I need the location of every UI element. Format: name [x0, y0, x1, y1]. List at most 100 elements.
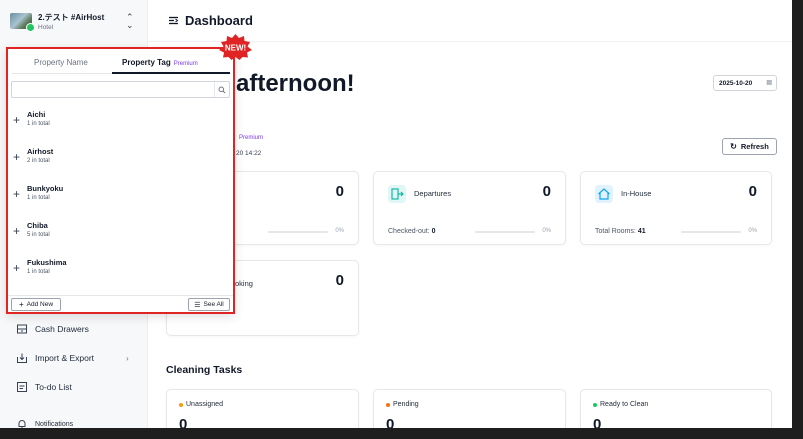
app-window: 2.テスト #AirHost Hotel ⌃ ⌄ Cash Drawers Imp… — [0, 0, 792, 428]
status-dot-icon — [593, 402, 597, 407]
plus-icon[interactable]: + — [13, 113, 20, 127]
task-label: Pending — [386, 401, 419, 408]
refresh-label: Refresh — [740, 142, 769, 151]
date-value: 2025-10-20 — [719, 80, 753, 87]
tab-property-name[interactable]: Property Name — [34, 58, 88, 67]
window-frame-bottom — [0, 428, 803, 439]
cash-drawer-icon — [17, 324, 27, 334]
task-count: 0 — [593, 416, 602, 428]
tag-name: Airhost — [27, 147, 54, 156]
task-count: 0 — [386, 416, 395, 428]
sidebar-item-import-export[interactable]: Import & Export — [16, 352, 94, 364]
task-label: Unassigned — [179, 401, 223, 408]
plus-icon[interactable]: + — [13, 224, 20, 238]
plus-icon: + — [18, 300, 24, 309]
departures-percent: 0% — [542, 228, 551, 234]
refresh-button[interactable]: ↻ Refresh — [722, 138, 777, 155]
active-tab-indicator — [112, 72, 230, 74]
task-card-unassigned[interactable]: Unassigned 0 — [166, 389, 359, 428]
premium-label: Premium — [239, 135, 264, 141]
departures-card[interactable]: Departures 0 Checked-out: 0 0% — [373, 171, 566, 245]
search-icon[interactable] — [214, 82, 229, 97]
departures-label: Departures — [414, 189, 452, 198]
add-new-button[interactable]: + Add New — [11, 298, 61, 311]
departure-icon — [388, 185, 406, 203]
tag-name: Bunkyoku — [27, 184, 64, 193]
cleaning-tasks-heading: Cleaning Tasks — [166, 364, 243, 376]
departures-count: 0 — [542, 183, 551, 200]
task-card-pending[interactable]: Pending 0 — [373, 389, 566, 428]
list-icon: ☰ — [194, 301, 201, 309]
see-all-label: See All — [203, 301, 224, 308]
inhouse-count: 0 — [748, 183, 757, 200]
arrivals-percent: 0% — [335, 228, 344, 234]
property-type: Hotel — [38, 24, 54, 31]
booking-count: 0 — [335, 272, 344, 289]
tab-property-tag[interactable]: Property Tag Premium — [122, 58, 198, 67]
property-thumbnail — [10, 13, 35, 32]
bell-icon — [18, 420, 26, 428]
arrivals-count: 0 — [335, 183, 344, 200]
chevron-right-icon: › — [126, 354, 129, 363]
status-dot-icon — [179, 402, 183, 407]
tag-name: Fukushima — [27, 258, 67, 267]
new-badge-text: NEW! — [225, 44, 246, 53]
filter-tabs: Property Name Property Tag Premium — [12, 56, 230, 74]
tag-item-fukushima[interactable]: + Fukushima 1 in total — [11, 255, 230, 289]
sidebar-item-cash-drawers[interactable]: Cash Drawers — [16, 323, 89, 335]
tag-item-bunkyoku[interactable]: + Bunkyoku 1 in total — [11, 181, 230, 215]
import-export-icon — [17, 353, 27, 363]
tag-name: Aichi — [27, 110, 46, 119]
todo-icon — [17, 382, 27, 392]
calendar-icon: ▤ — [766, 80, 772, 86]
task-label: Ready to Clean — [593, 401, 648, 408]
menu-collapse-icon[interactable] — [168, 15, 179, 26]
inhouse-progress-bar — [681, 231, 741, 233]
status-dot-icon — [386, 402, 390, 407]
arrivals-progress-bar — [268, 231, 328, 233]
sidebar-item-todo[interactable]: To-do List — [16, 381, 72, 393]
property-name: 2.テスト #AirHost — [38, 13, 105, 22]
tag-count: 1 in total — [27, 195, 50, 201]
tag-item-aichi[interactable]: + Aichi 1 in total — [11, 107, 230, 141]
new-badge: NEW! — [218, 34, 253, 60]
page-title-text: Dashboard — [185, 13, 253, 28]
house-icon — [595, 185, 613, 203]
property-selector[interactable]: 2.テスト #AirHost Hotel ⌃ ⌄ — [8, 9, 140, 37]
refresh-icon: ↻ — [730, 142, 737, 151]
total-rooms-summary: Total Rooms: 41 — [595, 228, 646, 235]
tag-search-input[interactable] — [12, 86, 212, 101]
inhouse-label: In-House — [621, 189, 652, 198]
inhouse-card[interactable]: In-House 0 Total Rooms: 41 0% — [580, 171, 772, 245]
plus-icon[interactable]: + — [13, 150, 20, 164]
page-title: Dashboard — [168, 13, 253, 28]
see-all-button[interactable]: ☰ See All — [188, 298, 230, 311]
plus-icon[interactable]: + — [13, 187, 20, 201]
window-frame-right — [792, 0, 803, 439]
tag-item-airhost[interactable]: + Airhost 2 in total — [11, 144, 230, 178]
plus-icon[interactable]: + — [13, 261, 20, 275]
tag-count: 5 in total — [27, 232, 50, 238]
task-count: 0 — [179, 416, 188, 428]
tag-count: 1 in total — [27, 121, 50, 127]
inhouse-percent: 0% — [748, 228, 757, 234]
departures-progress-bar — [475, 231, 535, 233]
sidebar-item-notifications[interactable]: Notifications — [16, 418, 73, 428]
tag-name: Chiba — [27, 221, 48, 230]
date-picker[interactable]: 2025-10-20 ▤ — [713, 75, 777, 91]
sidebar-item-label: Cash Drawers — [35, 324, 89, 334]
updated-timestamp: 20 14:22 — [236, 150, 262, 157]
tag-search-field[interactable] — [11, 81, 230, 101]
checked-out-summary: Checked-out: 0 — [388, 228, 436, 235]
booking-label: oking — [235, 279, 253, 288]
sidebar-item-label: Import & Export — [35, 353, 95, 363]
tag-item-chiba[interactable]: + Chiba 5 in total — [11, 218, 230, 252]
property-filter-panel: Property Name Property Tag Premium + Aich… — [6, 47, 235, 314]
tag-count: 1 in total — [27, 269, 50, 275]
greeting-heading: afternoon! — [236, 70, 355, 97]
premium-badge: Premium — [173, 61, 198, 67]
sidebar-item-label: Notifications — [35, 420, 74, 428]
chevron-updown-icon: ⌃ ⌄ — [126, 12, 134, 30]
starburst-icon: NEW! — [219, 34, 252, 60]
task-card-ready[interactable]: Ready to Clean 0 — [580, 389, 772, 428]
